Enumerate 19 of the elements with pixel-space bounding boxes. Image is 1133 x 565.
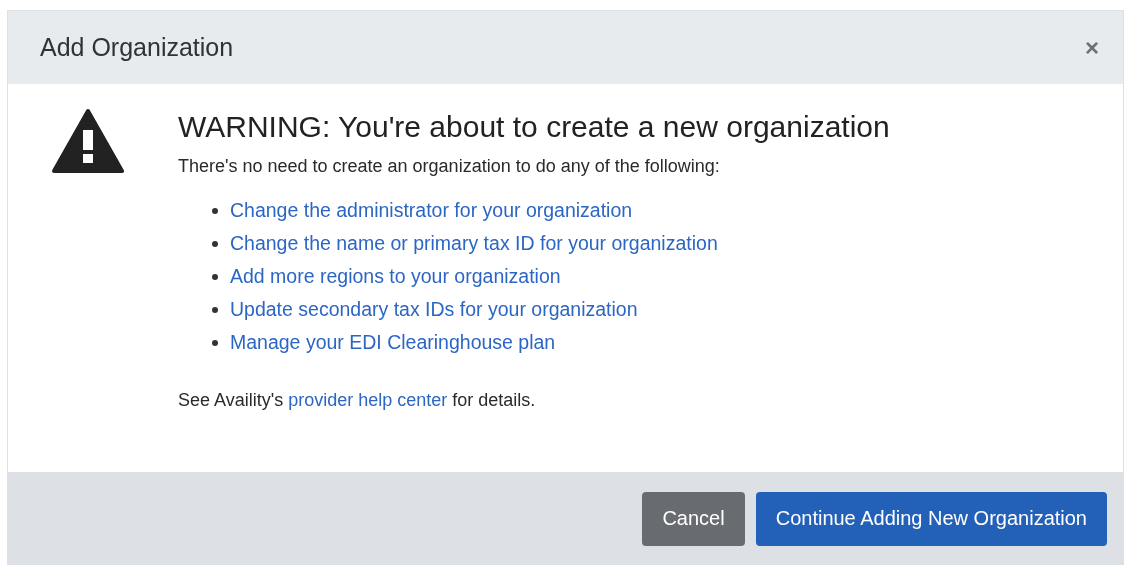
help-link[interactable]: Add more regions to your organization: [230, 265, 561, 288]
help-link[interactable]: Update secondary tax IDs for your organization: [230, 298, 638, 321]
bullet-icon: [212, 273, 218, 280]
help-center-link[interactable]: provider help center: [288, 390, 448, 410]
warning-heading: WARNING: You're about to create a new organization: [178, 110, 890, 144]
cancel-button[interactable]: Cancel: [642, 491, 745, 546]
help-link[interactable]: Change the administrator for your organization: [230, 199, 633, 222]
bullet-icon: [212, 207, 218, 214]
bullet-icon: [212, 240, 218, 247]
details-note: See Availity's provider help center for details.: [178, 390, 537, 411]
continue-button[interactable]: Continue Adding New Organization: [755, 491, 1107, 546]
help-link[interactable]: Change the name or primary tax ID for your organization: [230, 232, 718, 255]
bullet-icon: [212, 306, 218, 313]
warning-icon: [52, 108, 124, 174]
close-button[interactable]: ×: [1081, 33, 1103, 62]
intro-text: There's no need to create an organization to do any of the following:: [178, 156, 721, 177]
bullet-icon: [212, 339, 218, 346]
help-link[interactable]: Manage your EDI Clearinghouse plan: [230, 331, 556, 354]
dialog-title: Add Organization: [40, 33, 234, 62]
